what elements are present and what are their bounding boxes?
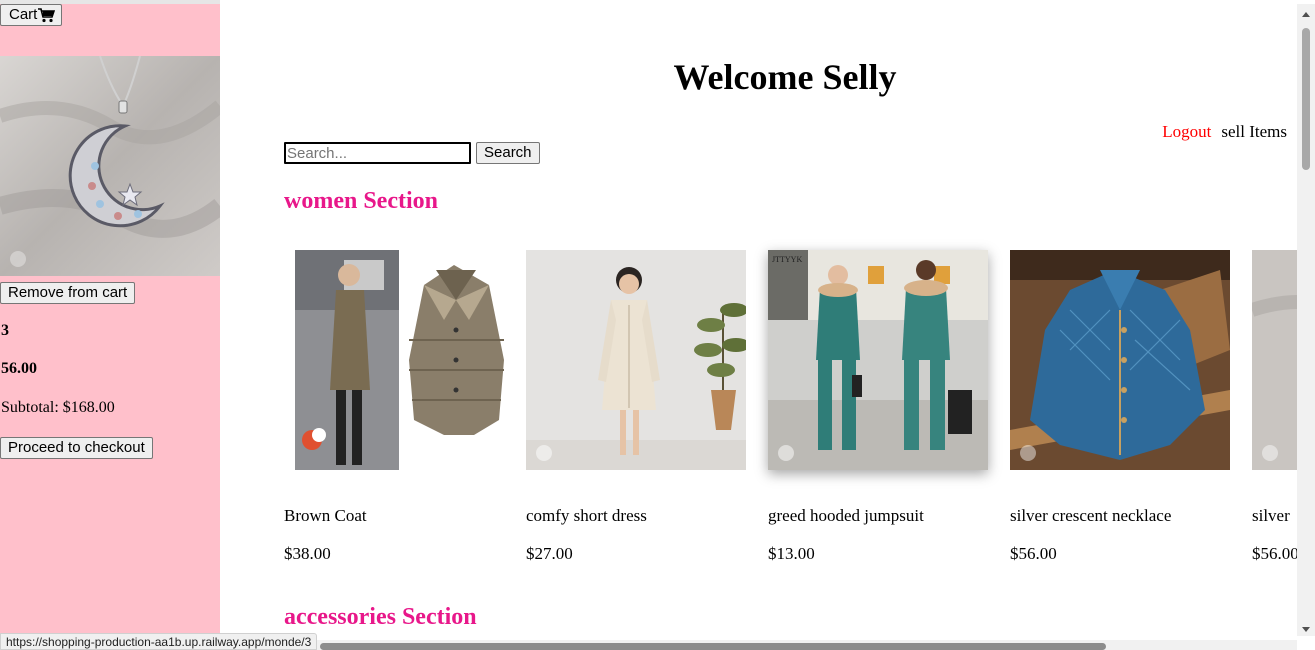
page-title: Welcome Selly [673, 57, 897, 97]
silver-item-image [1252, 250, 1297, 470]
status-bar-url: https://shopping-production-aa1b.up.rail… [0, 633, 318, 650]
cart-item-image [0, 56, 220, 276]
product-image[interactable] [284, 250, 504, 470]
cart-button[interactable]: Cart [0, 4, 63, 26]
horizontal-scrollbar[interactable] [220, 640, 1297, 650]
sell-items-link[interactable]: sell Items [1221, 122, 1287, 142]
search-input[interactable] [284, 142, 471, 164]
product-price: $38.00 [284, 544, 331, 563]
cart-sidebar: Cart Remove from cart 3 56.00 Subtotal: … [0, 0, 220, 650]
product-name[interactable]: silver crescent necklace [1010, 506, 1230, 526]
scroll-up-icon[interactable] [1302, 12, 1310, 17]
product-price: $13.00 [768, 544, 815, 563]
product-card[interactable]: Brown Coat $38.00 [284, 250, 504, 564]
cart-button-label: Cart [9, 6, 38, 23]
accessories-section-title: accessories Section [284, 604, 477, 630]
women-product-list: Brown Coat $38.00 comfy short dress $27.… [284, 250, 1297, 564]
proceed-to-checkout-button[interactable]: Proceed to checkout [0, 437, 153, 459]
header-nav: Logout sell Items [1162, 122, 1287, 142]
product-name[interactable]: silver [1252, 506, 1297, 526]
product-card[interactable]: silver $56.00 [1252, 250, 1297, 564]
denim-jacket-image [1010, 250, 1230, 470]
cart-icon [38, 7, 56, 22]
remove-from-cart-button[interactable]: Remove from cart [0, 282, 136, 304]
comfy-dress-image [526, 250, 746, 470]
product-image[interactable] [526, 250, 746, 470]
scroll-down-icon[interactable] [1302, 627, 1310, 632]
product-card[interactable]: comfy short dress $27.00 [526, 250, 746, 564]
vertical-scroll-thumb[interactable] [1302, 28, 1310, 170]
search-bar: Search [284, 142, 540, 164]
product-card[interactable]: silver crescent necklace $56.00 [1010, 250, 1230, 564]
product-name[interactable]: greed hooded jumpsuit [768, 506, 988, 526]
product-price: $56.00 [1010, 544, 1057, 563]
product-image[interactable] [1252, 250, 1297, 470]
product-card[interactable]: JTTYYK greed hooded jumpsuit $13.00 [768, 250, 988, 564]
product-price: $27.00 [526, 544, 573, 563]
product-image[interactable]: JTTYYK [768, 250, 988, 470]
jumpsuit-image: JTTYYK [768, 250, 988, 470]
vertical-scrollbar[interactable] [1297, 4, 1315, 636]
horizontal-scroll-thumb[interactable] [320, 643, 1106, 650]
brown-coat-image [284, 250, 504, 470]
cart-item-quantity: 3 [1, 322, 9, 339]
women-section-title: women Section [284, 188, 438, 214]
main-content: Welcome Selly Logout sell Items Search w… [220, 4, 1297, 644]
product-image[interactable] [1010, 250, 1230, 470]
necklace-image [0, 56, 220, 276]
cart-item-price: 56.00 [1, 360, 37, 377]
product-price: $56.00 [1252, 544, 1297, 563]
product-name[interactable]: comfy short dress [526, 506, 746, 526]
brand-text: JTTYYK [772, 255, 802, 264]
search-button[interactable]: Search [476, 142, 540, 164]
logout-link[interactable]: Logout [1162, 122, 1211, 142]
product-name[interactable]: Brown Coat [284, 506, 504, 526]
cart-subtotal: Subtotal: $168.00 [1, 399, 115, 416]
